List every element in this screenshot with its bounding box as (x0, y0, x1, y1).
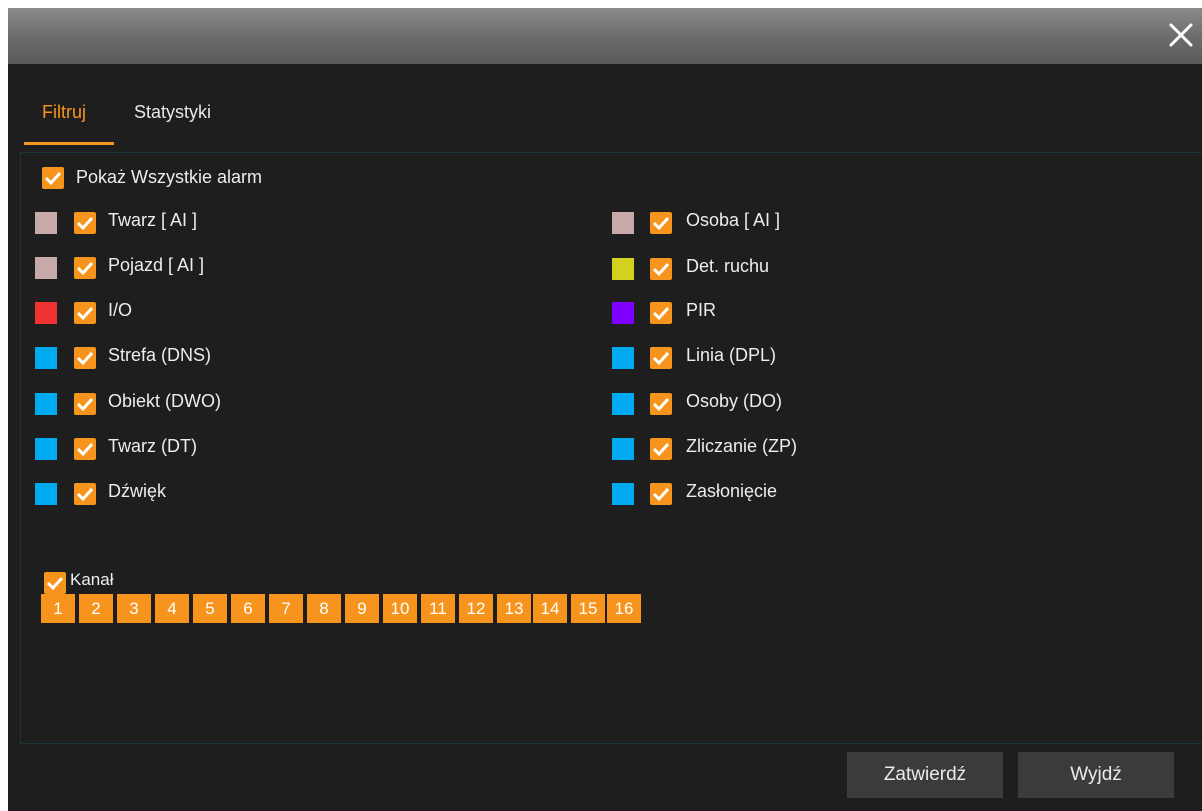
alarm-label: Osoby (DO) (686, 391, 783, 411)
checkmark-icon (76, 216, 94, 231)
checkmark-icon (44, 171, 62, 186)
channel-4-button[interactable]: 4 (155, 594, 189, 623)
checkmark-icon (76, 306, 94, 321)
checkmark-icon (652, 397, 670, 412)
exit-button[interactable]: Wyjdź (1018, 752, 1174, 798)
checkmark-icon (76, 261, 94, 276)
tab-filtruj[interactable]: Filtruj (42, 102, 86, 123)
alarm-color-swatch (35, 347, 57, 369)
alarm-checkbox[interactable] (650, 483, 672, 505)
alarm-color-swatch (612, 347, 634, 369)
alarm-label: Strefa (DNS) (108, 345, 212, 365)
alarm-checkbox[interactable] (74, 212, 96, 234)
channel-5-button[interactable]: 5 (193, 594, 227, 623)
alarm-color-swatch (35, 257, 57, 279)
channel-13-button[interactable]: 13 (497, 594, 531, 623)
alarm-checkbox[interactable] (650, 438, 672, 460)
alarm-color-swatch (612, 258, 634, 280)
channel-9-button[interactable]: 9 (345, 594, 379, 623)
alarm-label: PIR (686, 300, 717, 320)
alarm-color-swatch (35, 483, 57, 505)
alarm-color-swatch (35, 212, 57, 234)
channel-14-button[interactable]: 14 (533, 594, 567, 623)
alarm-color-swatch (612, 302, 634, 324)
alarm-checkbox[interactable] (650, 258, 672, 280)
channel-8-button[interactable]: 8 (307, 594, 341, 623)
alarm-label: Dźwięk (108, 481, 167, 501)
alarm-label: I/O (108, 300, 133, 320)
alarm-color-swatch (612, 393, 634, 415)
alarm-label: Twarz [ AI ] (108, 210, 198, 230)
alarm-label: Twarz (DT) (108, 436, 197, 456)
close-icon[interactable] (1164, 18, 1198, 52)
dialog-titlebar (8, 8, 1202, 64)
show-all-checkbox[interactable] (42, 167, 64, 189)
checkmark-icon (652, 442, 670, 457)
checkmark-icon (652, 216, 670, 231)
show-all-label: Pokaż Wszystkie alarm (76, 167, 263, 187)
checkmark-icon (46, 576, 64, 591)
channel-7-button[interactable]: 7 (269, 594, 303, 623)
checkmark-icon (652, 262, 670, 277)
alarm-label: Zliczanie (ZP) (686, 436, 798, 456)
alarm-checkbox[interactable] (650, 212, 672, 234)
channel-label: Kanał (70, 570, 114, 589)
channel-3-button[interactable]: 3 (117, 594, 151, 623)
alarm-label: Linia (DPL) (686, 345, 777, 365)
alarm-color-swatch (35, 302, 57, 324)
filter-panel (20, 152, 1202, 744)
channel-6-button[interactable]: 6 (231, 594, 265, 623)
channel-2-button[interactable]: 2 (79, 594, 113, 623)
alarm-checkbox[interactable] (74, 347, 96, 369)
alarm-checkbox[interactable] (74, 483, 96, 505)
channel-checkbox[interactable] (44, 572, 66, 594)
channel-15-button[interactable]: 15 (571, 594, 605, 623)
checkmark-icon (652, 306, 670, 321)
channel-10-button[interactable]: 10 (383, 594, 417, 623)
channel-12-button[interactable]: 12 (459, 594, 493, 623)
active-tab-underline (24, 142, 114, 145)
checkmark-icon (76, 442, 94, 457)
alarm-checkbox[interactable] (74, 257, 96, 279)
channel-1-button[interactable]: 1 (41, 594, 75, 623)
alarm-label: Osoba [ AI ] (686, 210, 781, 230)
checkmark-icon (652, 351, 670, 366)
checkmark-icon (76, 397, 94, 412)
alarm-checkbox[interactable] (650, 302, 672, 324)
channel-11-button[interactable]: 11 (421, 594, 455, 623)
alarm-checkbox[interactable] (650, 347, 672, 369)
alarm-color-swatch (35, 393, 57, 415)
channel-16-button[interactable]: 16 (607, 594, 641, 623)
checkmark-icon (652, 487, 670, 502)
alarm-checkbox[interactable] (74, 393, 96, 415)
alarm-color-swatch (612, 212, 634, 234)
alarm-label: Obiekt (DWO) (108, 391, 222, 411)
alarm-label: Det. ruchu (686, 256, 770, 276)
alarm-color-swatch (35, 438, 57, 460)
alarm-checkbox[interactable] (74, 302, 96, 324)
tab-statystyki[interactable]: Statystyki (134, 102, 211, 123)
alarm-color-swatch (612, 438, 634, 460)
checkmark-icon (76, 487, 94, 502)
alarm-color-swatch (612, 483, 634, 505)
alarm-label: Zasłonięcie (686, 481, 778, 501)
confirm-button[interactable]: Zatwierdź (847, 752, 1003, 798)
alarm-checkbox[interactable] (74, 438, 96, 460)
checkmark-icon (76, 351, 94, 366)
alarm-checkbox[interactable] (650, 393, 672, 415)
alarm-label: Pojazd [ AI ] (108, 255, 205, 275)
